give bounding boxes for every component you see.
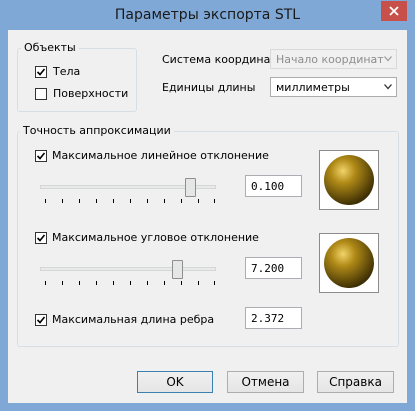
checkmark-icon [36,234,46,242]
help-button[interactable]: Справка [317,371,394,393]
max-linear-input[interactable]: 0.100 [245,175,302,197]
max-angular-slider-track[interactable] [40,267,216,271]
checkmark-icon [36,316,46,324]
length-units-label: Единицы длины [162,81,256,94]
length-units-value: миллиметры [276,81,350,94]
chevron-down-icon [384,56,392,62]
dialog-title: Параметры экспорта STL [114,7,301,23]
max-linear-preview [319,150,379,210]
max-linear-value: 0.100 [251,180,285,193]
max-angular-value: 7.200 [251,262,285,275]
close-icon [389,6,399,16]
max-edge-label: Максимальная длина ребра [52,313,215,326]
coordinate-system-select[interactable]: Начало координат [270,49,397,69]
coordinate-system-label: Система координат [162,53,277,66]
max-angular-slider-thumb[interactable] [172,260,183,279]
max-angular-input[interactable]: 7.200 [245,257,302,279]
sphere-preview-icon [324,155,374,205]
objects-group [17,48,137,112]
ok-button[interactable]: OK [137,371,213,393]
export-dialog: Параметры экспорта STL Объекты Тела Пове… [0,0,415,411]
title-bar[interactable]: Параметры экспорта STL [0,0,415,30]
coordinate-system-value: Начало координат [276,53,384,66]
dialog-body: Объекты Тела Поверхности Система координ… [8,30,407,403]
checkmark-icon [36,68,46,76]
max-angular-preview [319,233,379,293]
cancel-button[interactable]: Отмена [227,371,304,393]
max-linear-slider-ticks [45,199,215,203]
max-edge-checkbox[interactable] [35,314,47,326]
checkmark-icon [36,152,46,160]
close-button[interactable] [381,1,407,21]
max-angular-slider-ticks [45,281,215,285]
sphere-preview-icon [324,238,374,288]
surfaces-label: Поверхности [53,87,129,100]
chevron-down-icon [384,84,392,90]
max-linear-checkbox[interactable] [35,150,47,162]
max-angular-label: Максимальное угловое отклонение [52,231,259,244]
max-edge-input[interactable]: 2.372 [245,307,302,329]
max-angular-checkbox[interactable] [35,232,47,244]
max-linear-label: Максимальное линейное отклонение [52,149,269,162]
objects-group-label: Объекты [21,41,79,54]
max-edge-value: 2.372 [251,312,285,325]
accuracy-group-label: Точность аппроксимации [20,124,174,137]
length-units-select[interactable]: миллиметры [270,77,397,97]
surfaces-checkbox[interactable] [35,88,47,100]
max-linear-slider-thumb[interactable] [185,178,196,197]
bodies-checkbox[interactable] [35,66,47,78]
bodies-label: Тела [53,65,81,78]
